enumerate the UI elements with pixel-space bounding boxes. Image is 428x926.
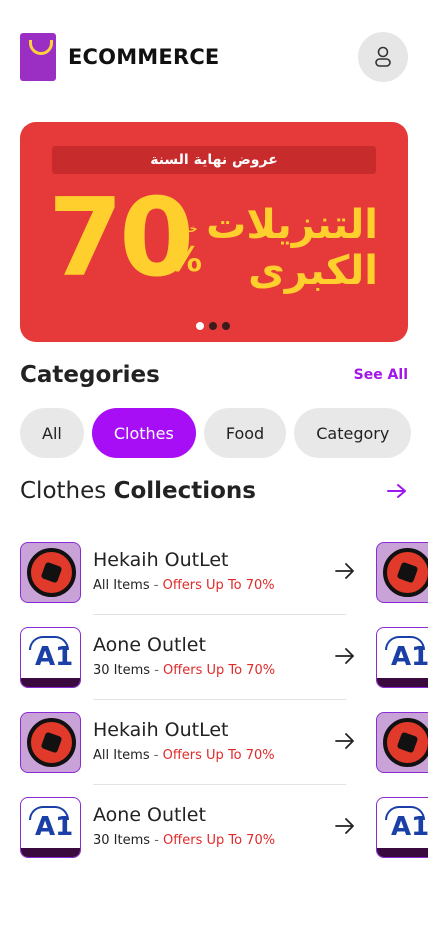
offer-text: Offers Up To 70%	[162, 578, 275, 593]
carousel-dots	[196, 322, 230, 330]
list-item[interactable]: A1 Aone Outlet 30 Items - Offers Up To 7…	[0, 785, 428, 870]
list-item[interactable]: A1 Aone Outlet 30 Items - Offers Up To 7…	[0, 615, 428, 700]
store-meta: All Items - Offers Up To 70%	[93, 578, 275, 593]
list-item[interactable]: Hekaih OutLet All Items - Offers Up To 7…	[0, 530, 428, 615]
category-chips: All Clothes Food Category	[20, 408, 412, 458]
carousel-dot[interactable]	[222, 322, 230, 330]
aone-logo-text: A1	[391, 642, 428, 672]
aone-logo-text: A1	[35, 642, 74, 672]
chip-category[interactable]: Category	[294, 408, 412, 458]
collections-title-bold: Collections	[113, 478, 256, 504]
aone-logo-text: A1	[35, 812, 74, 842]
separator: -	[154, 833, 159, 848]
store-name: Aone Outlet	[93, 634, 206, 656]
offer-text: Offers Up To 70%	[162, 748, 275, 763]
categories-title: Categories	[20, 362, 160, 388]
profile-button[interactable]	[358, 32, 408, 82]
banner-headline-line1: التنزيلات	[206, 202, 378, 248]
item-count: All Items	[93, 578, 150, 593]
aone-logo: A1	[20, 797, 81, 858]
separator: -	[154, 663, 159, 678]
hekaih-logo	[376, 542, 428, 603]
see-all-link[interactable]: See All	[354, 367, 408, 383]
item-count: 30 Items	[93, 833, 151, 848]
banner-discount-word: خصم	[170, 222, 198, 235]
chip-food[interactable]: Food	[203, 408, 287, 458]
item-count: All Items	[93, 748, 150, 763]
aone-logo: A1	[376, 627, 428, 688]
offer-text: Offers Up To 70%	[163, 663, 276, 678]
categories-header: Categories See All	[20, 362, 408, 388]
app-header: ECOMMERCE	[20, 32, 408, 82]
list-item[interactable]: Hekaih OutLet All Items - Offers Up To 7…	[0, 700, 428, 785]
store-name: Hekaih OutLet	[93, 719, 229, 741]
store-meta: 30 Items - Offers Up To 70%	[93, 663, 275, 678]
hekaih-logo	[376, 712, 428, 773]
hekaih-logo	[20, 712, 81, 773]
aone-logo: A1	[376, 797, 428, 858]
collections-header: Clothes Collections	[20, 478, 408, 504]
store-meta: 30 Items - Offers Up To 70%	[93, 833, 275, 848]
arrow-right-icon[interactable]	[386, 483, 408, 499]
store-name: Hekaih OutLet	[93, 549, 229, 571]
hekaih-logo	[20, 542, 81, 603]
banner-percent-sign: %	[168, 240, 203, 280]
item-count: 30 Items	[93, 663, 151, 678]
separator: -	[153, 748, 159, 763]
aone-logo-text: A1	[391, 812, 428, 842]
arrow-right-icon[interactable]	[334, 732, 356, 750]
arrow-right-icon[interactable]	[334, 817, 356, 835]
promo-banner[interactable]: عروض نهاية السنة 70 خصم % التنزيلات الكب…	[20, 122, 408, 342]
carousel-dot[interactable]	[196, 322, 204, 330]
banner-headline-line2: الكبرى	[248, 248, 378, 294]
carousel-dot[interactable]	[209, 322, 217, 330]
aone-logo: A1	[20, 627, 81, 688]
arrow-right-icon[interactable]	[334, 562, 356, 580]
store-name: Aone Outlet	[93, 804, 206, 826]
banner-ribbon-text: عروض نهاية السنة	[150, 152, 278, 168]
separator: -	[153, 578, 159, 593]
brand-title: ECOMMERCE	[68, 45, 220, 69]
user-icon	[375, 46, 391, 67]
store-meta: All Items - Offers Up To 70%	[93, 748, 275, 763]
offer-text: Offers Up To 70%	[163, 833, 276, 848]
collections-title-prefix: Clothes	[20, 478, 107, 504]
shopping-bag-icon	[20, 33, 56, 81]
collections-list: Hekaih OutLet All Items - Offers Up To 7…	[0, 530, 428, 870]
chip-all[interactable]: All	[20, 408, 84, 458]
collections-title: Clothes Collections	[20, 478, 256, 504]
chip-clothes[interactable]: Clothes	[91, 408, 196, 458]
arrow-right-icon[interactable]	[334, 647, 356, 665]
